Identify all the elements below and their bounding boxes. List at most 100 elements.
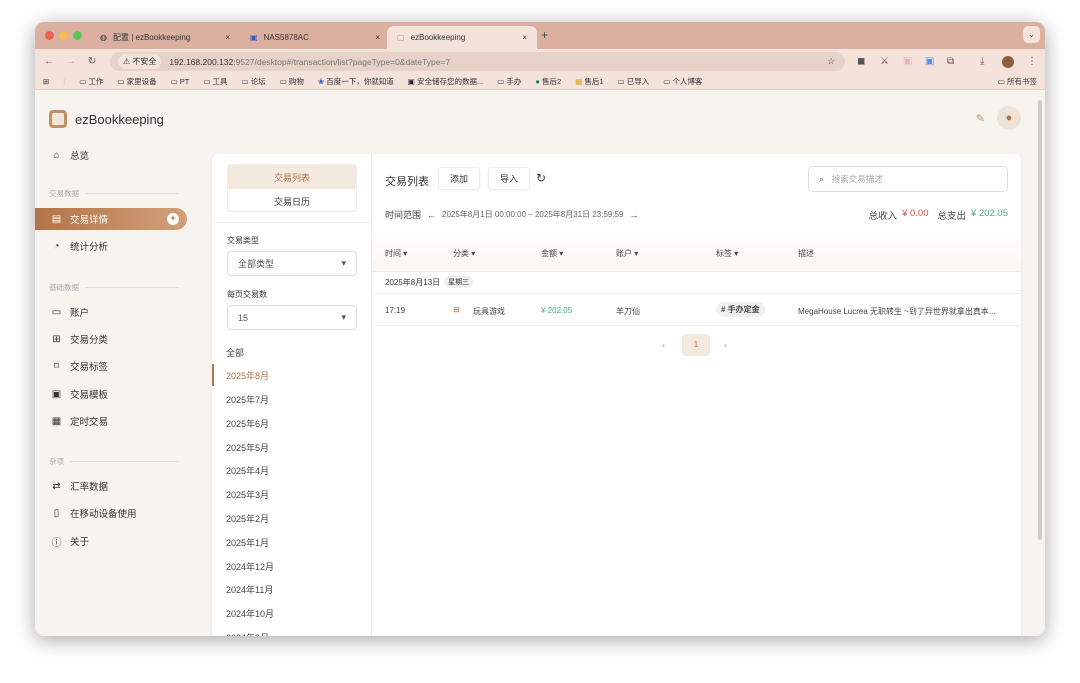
col-amount[interactable]: 金额 ▾: [541, 248, 563, 259]
close-tab-icon[interactable]: ×: [225, 33, 230, 42]
bookmark[interactable]: ▭ 工作: [79, 76, 103, 87]
extension-icon[interactable]: ◼: [857, 56, 865, 67]
bookmark[interactable]: ▭ 家里设备: [117, 76, 156, 87]
bookmark[interactable]: ▦ 售后1: [575, 76, 603, 87]
scrollbar[interactable]: [1038, 100, 1042, 540]
month-item[interactable]: 2025年4月: [212, 459, 371, 481]
nav-about[interactable]: ⓘ 关于: [35, 530, 187, 552]
type-select[interactable]: 全部类型 ▾: [227, 251, 357, 276]
month-item[interactable]: 2025年7月: [212, 388, 371, 410]
back-button[interactable]: ←: [44, 56, 54, 67]
bookmark[interactable]: ▣ 安全储存您的数据...: [408, 76, 483, 87]
nav-exchange-rates[interactable]: ⇄ 汇率数据: [35, 475, 187, 497]
col-category[interactable]: 分类 ▾: [453, 248, 475, 259]
extension-icon[interactable]: ▣: [925, 56, 934, 67]
month-item[interactable]: 2024年12月: [212, 555, 371, 577]
extension-icon[interactable]: ▣: [903, 56, 912, 67]
apps-grid-icon[interactable]: ⊞: [43, 77, 49, 86]
bookmark[interactable]: ▭ 论坛: [242, 76, 266, 87]
month-item[interactable]: 2025年1月: [212, 531, 371, 553]
maximize-window-button[interactable]: [73, 31, 82, 40]
nas-icon: ▣: [250, 33, 258, 42]
close-tab-icon[interactable]: ×: [375, 33, 380, 42]
bookmark[interactable]: ▭ PT: [171, 77, 190, 86]
menu-icon[interactable]: ⋮: [1027, 56, 1037, 67]
row-category: 玩具游戏: [473, 307, 505, 316]
bookmark[interactable]: ▭ 个人博客: [663, 76, 702, 87]
prev-page-button[interactable]: ‹: [662, 340, 665, 350]
new-tab-button[interactable]: +: [541, 28, 548, 42]
add-button[interactable]: 添加: [438, 167, 480, 190]
search-input[interactable]: ⌕ 搜索交易描述: [808, 166, 1008, 192]
month-item[interactable]: 2025年6月: [212, 412, 371, 434]
nav-statistics[interactable]: ◔ 统计分析: [35, 235, 187, 257]
pie-chart-icon: ◔: [53, 240, 60, 252]
bookmark[interactable]: ❀ 百度一下，你就知道: [318, 76, 394, 87]
app-logo[interactable]: ezBookkeeping: [49, 110, 164, 128]
month-item[interactable]: 2025年3月: [212, 483, 371, 505]
download-icon[interactable]: ⤓: [980, 56, 984, 67]
all-bookmarks[interactable]: ▭ 所有书签: [998, 76, 1037, 87]
nav-tags[interactable]: ⌑ 交易标签: [35, 355, 187, 377]
col-account[interactable]: 账户 ▾: [616, 248, 638, 259]
nav-transaction-details[interactable]: ▤ 交易详情 +: [35, 208, 187, 230]
per-page-select[interactable]: 15 ▾: [227, 305, 357, 330]
nav-scheduled[interactable]: ▦ 定时交易: [35, 410, 187, 432]
home-icon: ⌂: [53, 149, 60, 161]
minimize-window-button[interactable]: [59, 31, 68, 40]
range-value[interactable]: 2025年8月1日 00:00:00 – 2025年8月31日 23:59:59: [442, 209, 623, 220]
insecure-badge[interactable]: ⚠ 不安全: [118, 54, 162, 69]
nav-label: 交易分类: [70, 335, 109, 346]
nav-categories[interactable]: ⊞ 交易分类: [35, 328, 187, 350]
gamepad-icon: ⊟: [453, 305, 460, 314]
month-item[interactable]: 2024年9月: [212, 626, 371, 637]
bookmark-label: 百度一下，你就知道: [326, 77, 394, 86]
forward-button[interactable]: →: [66, 56, 76, 67]
browser-tab-active[interactable]: ▢ ezBookkeeping ×: [387, 26, 537, 49]
col-time[interactable]: 时间 ▾: [385, 248, 407, 259]
table-row[interactable]: 17:19 ⊟ 玩具游戏 ¥ 202.05 羊刀仙 # 手办定金 MegaHou…: [372, 294, 1021, 326]
page-1-button[interactable]: 1: [682, 334, 710, 356]
transactions-card: 交易列表 交易日历 交易类型 全部类型 ▾ 每页交易数 15 ▾ 全部 2025年8…: [212, 154, 1021, 636]
tab-transaction-list[interactable]: 交易列表: [228, 165, 356, 189]
bookmark[interactable]: ● 售后2: [535, 76, 561, 87]
close-tab-icon[interactable]: ×: [522, 33, 527, 42]
month-item-active[interactable]: 2025年8月: [212, 364, 371, 386]
nav-accounts[interactable]: ▭ 账户: [35, 301, 187, 323]
prev-range-icon[interactable]: ←: [427, 210, 436, 220]
nav-templates[interactable]: ▣ 交易模板: [35, 383, 187, 405]
extensions-puzzle-icon[interactable]: ⧉: [947, 56, 954, 67]
user-avatar[interactable]: ●: [997, 106, 1021, 130]
bookmark[interactable]: ▭ 工具: [203, 76, 227, 87]
bookmark[interactable]: ▭ 购物: [280, 76, 304, 87]
col-tags[interactable]: 标签 ▾: [716, 248, 738, 259]
extension-icon[interactable]: ⚔: [880, 56, 889, 67]
browser-tab[interactable]: ▣ NAS5878AC ×: [240, 26, 390, 49]
month-item[interactable]: 2025年2月: [212, 507, 371, 529]
bookmark[interactable]: ▭ 已导入: [618, 76, 650, 87]
import-button[interactable]: 导入: [488, 167, 530, 190]
tab-transaction-calendar[interactable]: 交易日历: [228, 189, 356, 211]
browser-tab[interactable]: ◍ 配置 | ezBookkeeping ×: [90, 26, 240, 49]
month-item[interactable]: 2025年5月: [212, 436, 371, 458]
address-bar[interactable]: ⚠ 不安全 192.168.200.132:9527/desktop#/trans…: [110, 52, 845, 71]
bookmark[interactable]: ▭ 手办: [497, 76, 521, 87]
next-range-icon[interactable]: →: [629, 210, 638, 220]
nav-overview[interactable]: ⌂ 总览: [35, 144, 187, 166]
close-window-button[interactable]: [45, 31, 54, 40]
browser-window: ◍ 配置 | ezBookkeeping × ▣ NAS5878AC × ▢ ezBook…: [35, 22, 1045, 636]
tab-search-button[interactable]: ⌄: [1023, 26, 1040, 43]
tab-title: 配置 | ezBookkeeping: [112, 33, 191, 42]
row-amount: ¥ 202.05: [541, 306, 573, 315]
refresh-icon[interactable]: ↻: [536, 171, 546, 185]
reload-button[interactable]: ↻: [88, 56, 96, 67]
month-item[interactable]: 2024年10月: [212, 602, 371, 624]
month-item[interactable]: 2024年11月: [212, 578, 371, 600]
theme-toggle-icon[interactable]: ✎: [976, 112, 985, 125]
nav-mobile[interactable]: ▯ 在移动设备使用: [35, 502, 187, 524]
bookmark-star-icon[interactable]: ☆: [827, 56, 835, 67]
profile-avatar[interactable]: [1002, 55, 1014, 68]
add-transaction-icon[interactable]: +: [167, 213, 179, 225]
month-item[interactable]: 全部: [212, 341, 371, 363]
next-page-button[interactable]: ›: [724, 340, 727, 350]
